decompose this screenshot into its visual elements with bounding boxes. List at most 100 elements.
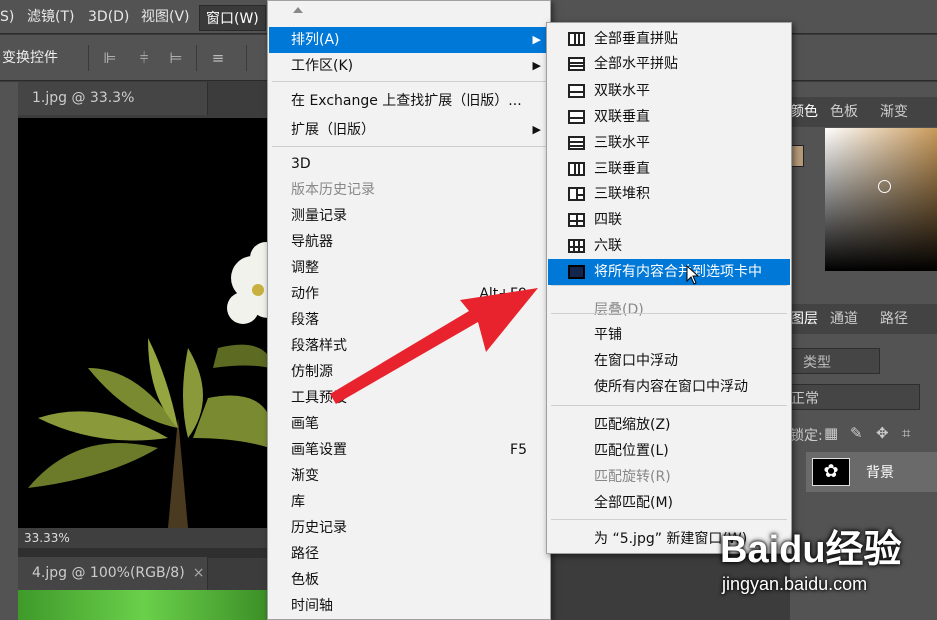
tab-paths[interactable]: 路径: [880, 304, 908, 334]
arrange-menu-item[interactable]: 将所有内容合并到选项卡中: [548, 259, 790, 285]
window-menu-item[interactable]: 路径: [269, 541, 549, 567]
window-menu-item[interactable]: 画笔设置 F5: [269, 437, 549, 463]
menu-item-label: 平铺: [594, 327, 622, 343]
menu-3d[interactable]: 3D(D): [88, 0, 129, 34]
window-menu-item[interactable]: 在 Exchange 上查找扩展（旧版）...: [269, 88, 549, 114]
menu-item-label: 全部匹配(M): [594, 495, 674, 511]
window-menu-item[interactable]: 色板: [269, 567, 549, 593]
align-center-icon[interactable]: ⫩: [134, 48, 154, 68]
window-menu-item[interactable]: 仿制源: [269, 359, 549, 385]
close-icon[interactable]: ×: [193, 565, 205, 581]
window-menu-item[interactable]: 段落: [269, 307, 549, 333]
filter-type-label: 类型: [803, 355, 831, 371]
tab-color[interactable]: 颜色: [790, 97, 818, 127]
document-canvas[interactable]: [18, 118, 270, 528]
blend-mode-value: 正常: [791, 391, 819, 407]
window-menu-item[interactable]: 时间轴: [269, 593, 549, 619]
menu-item-label: 测量记录: [291, 208, 347, 224]
window-menu-item[interactable]: 历史记录: [269, 515, 549, 541]
window-menu-item[interactable]: 动作 Alt+F9: [269, 281, 549, 307]
window-menu-item[interactable]: 测量记录: [269, 203, 549, 229]
doc-tab-title: 4.jpg @ 100%(RGB/8): [32, 565, 185, 581]
window-menu-item[interactable]: 排列(A) ▶: [269, 27, 549, 53]
menu-view[interactable]: 视图(V): [141, 0, 190, 34]
menu-item-label: 全部水平拼贴: [594, 56, 678, 72]
window-menu-item[interactable]: 扩展（旧版） ▶: [269, 117, 549, 143]
doc-tab-2[interactable]: 4.jpg @ 100%(RGB/8) ×: [18, 557, 208, 590]
window-menu-item[interactable]: 库: [269, 489, 549, 515]
color-picker-field[interactable]: [825, 128, 937, 271]
brush-lock-icon[interactable]: ✎: [850, 424, 863, 442]
menu-separator: [272, 146, 546, 147]
blend-mode-select[interactable]: 正常: [790, 384, 920, 410]
menu-item-label: 工作区(K): [291, 58, 354, 74]
arrange-menu-item[interactable]: 三联垂直: [548, 156, 790, 182]
menu-item-label: 段落: [291, 312, 319, 328]
crop-lock-icon[interactable]: ⌗: [902, 424, 910, 442]
window-menu-item[interactable]: 渐变: [269, 463, 549, 489]
menu-window[interactable]: 窗口(W): [199, 5, 266, 31]
window-menu-item[interactable]: 画笔: [269, 411, 549, 437]
arrange-menu-item[interactable]: 六联: [548, 233, 790, 259]
menu-item-label: 将所有内容合并到选项卡中: [594, 264, 762, 280]
arrange-menu-item[interactable]: 匹配位置(L): [548, 438, 790, 464]
menu-filter[interactable]: 滤镜(T): [27, 0, 74, 34]
window-menu-item[interactable]: 3D: [269, 151, 549, 177]
menu-item-label: 双联垂直: [594, 109, 650, 125]
arrange-menu-item[interactable]: 三联堆积: [548, 181, 790, 207]
arrange-menu-item[interactable]: 全部匹配(M): [548, 490, 790, 516]
layer-name[interactable]: 背景: [866, 462, 894, 482]
window-menu-item[interactable]: 工具预设: [269, 385, 549, 411]
lock-label: 锁定:: [790, 428, 823, 444]
menu-item-label: 画笔设置: [291, 442, 347, 458]
scroll-up-icon[interactable]: [293, 7, 303, 13]
menu-item-label: 工具预设: [291, 390, 347, 406]
consolidate-tabs-icon: [568, 265, 585, 279]
submenu-arrow-icon: ▶: [532, 59, 541, 72]
layer-filter[interactable]: 类型: [790, 348, 880, 374]
menu-item-label: 版本历史记录: [291, 182, 375, 198]
doc-tab-1[interactable]: 1.jpg @ 33.3%(RGB/8)×: [18, 82, 208, 139]
color-picker-cursor[interactable]: [878, 180, 891, 193]
arrange-menu-item[interactable]: 在窗口中浮动: [548, 348, 790, 374]
window-menu-item[interactable]: 导航器: [269, 229, 549, 255]
tab-swatches[interactable]: 色板: [830, 97, 858, 127]
foreground-color-swatch[interactable]: [790, 145, 804, 167]
arrange-menu-item[interactable]: 平铺: [548, 322, 790, 348]
arrange-menu-item[interactable]: 使所有内容在窗口中浮动: [548, 374, 790, 400]
move-lock-icon[interactable]: ✥: [876, 424, 889, 442]
window-menu-item[interactable]: 段落样式: [269, 333, 549, 359]
document-canvas-2[interactable]: [18, 590, 270, 620]
lock-pixels-icon[interactable]: ▦: [824, 424, 838, 442]
tab-gradients[interactable]: 渐变: [880, 97, 908, 127]
arrange-menu-item[interactable]: 全部垂直拼贴: [548, 26, 790, 52]
align-top-icon[interactable]: ≡: [208, 48, 228, 68]
menu-item-label: 双联水平: [594, 83, 650, 99]
window-menu-item[interactable]: 工作区(K) ▶: [269, 53, 549, 79]
arrange-menu-item: 层叠(D): [548, 297, 790, 323]
arrange-menu-item[interactable]: 匹配缩放(Z): [548, 412, 790, 438]
four-up-icon: [568, 213, 585, 227]
three-up-horizontal-icon: [568, 136, 585, 150]
tab-channels[interactable]: 通道: [830, 304, 858, 334]
zoom-level[interactable]: 33.33%: [18, 528, 270, 548]
watermark-brand: Baidu经验: [720, 529, 902, 571]
divider: [246, 45, 247, 71]
align-right-icon[interactable]: ⊨: [166, 48, 186, 68]
tab-layers[interactable]: 图层: [790, 304, 818, 334]
menu-item-label: 六联: [594, 238, 622, 254]
window-menu-item[interactable]: 调整: [269, 255, 549, 281]
mouse-cursor-icon: [686, 265, 700, 285]
menu-item-label: 路径: [291, 546, 319, 562]
arrange-menu-item[interactable]: 三联水平: [548, 130, 790, 156]
arrange-menu-item[interactable]: 全部水平拼贴: [548, 51, 790, 77]
tile-vertical-icon: [568, 32, 585, 46]
align-left-icon[interactable]: ⊫: [100, 48, 120, 68]
divider: [88, 45, 89, 71]
menu-item-label: 在 Exchange 上查找扩展（旧版）...: [291, 93, 522, 109]
menu-partial[interactable]: S): [0, 0, 14, 34]
arrange-menu-item[interactable]: 双联水平: [548, 78, 790, 104]
menu-item-shortcut: F5: [510, 442, 527, 458]
arrange-menu-item[interactable]: 双联垂直: [548, 104, 790, 130]
arrange-menu-item[interactable]: 四联: [548, 207, 790, 233]
